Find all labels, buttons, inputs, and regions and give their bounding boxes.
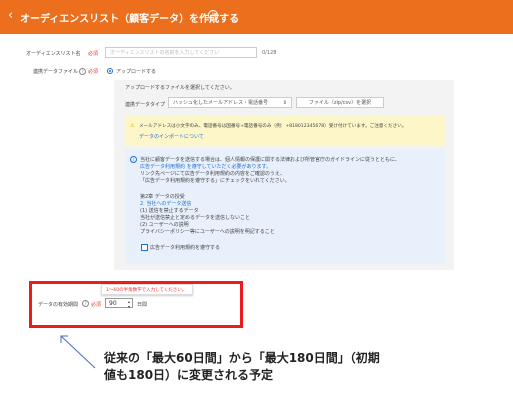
chevron-updown-icon: ⇕	[282, 100, 287, 106]
info-line: (1) 送信を禁止するデータ	[140, 208, 199, 214]
agree-terms-checkbox[interactable]	[141, 244, 148, 251]
import-help-link[interactable]: データのインポートについて	[139, 133, 204, 140]
name-field-label: オーディエンスリスト名	[26, 51, 81, 57]
annotation-arrow-icon	[60, 335, 96, 369]
stepper-arrows-icon[interactable]: ▴ ▾	[128, 299, 130, 309]
name-char-counter: 0/128	[262, 50, 277, 56]
required-badge: 必須	[88, 69, 99, 75]
help-icon[interactable]: ?	[79, 68, 86, 75]
ad-data-terms-link[interactable]: 広告データ利用規約 を遵守していただく必要があります。	[140, 163, 271, 170]
page-header: ‹ オーディエンスリスト（顧客データ）を作成する i	[0, 0, 513, 34]
info-line: (2) ユーザーへの説明	[140, 222, 189, 228]
help-icon[interactable]: ?	[82, 300, 89, 307]
validity-days-value: 90	[109, 300, 117, 307]
page-title: オーディエンスリスト（顧客データ）を作成する	[20, 14, 240, 25]
info-line: 「広告データ利用規約を遵守する」にチェックをいれてください。	[140, 178, 290, 184]
audience-name-input[interactable]: オーディエンスリストの名前を入力してください	[105, 47, 257, 58]
agree-terms-label: 広告データ利用規約を遵守する	[150, 245, 221, 251]
required-badge: 必須	[88, 51, 99, 57]
validity-label: データの有効期間	[38, 302, 79, 308]
data-type-label: 連携データタイプ	[125, 102, 166, 108]
chevron-left-icon[interactable]: ‹	[8, 9, 13, 23]
info-line: 2. 当社へのデータ送信	[140, 201, 192, 207]
warning-box	[125, 116, 445, 146]
required-badge: 必須	[91, 302, 102, 308]
warning-text: メールアドレスは小文字のみ、電話番号は国番号+電話番号のみ（例：+8180123…	[139, 124, 407, 129]
info-line: 第2章 データの授受	[140, 194, 185, 200]
info-icon[interactable]: i	[208, 10, 218, 20]
annotation-note: 従来の「最大60日間」から「最大180日間」（初期 値も180日）に変更される予…	[104, 350, 380, 384]
warning-icon: ⚠	[130, 123, 135, 129]
upload-radio[interactable]	[107, 68, 113, 74]
upload-option-label: アップロードする	[116, 69, 157, 75]
info-line: 当社が送信禁止と定めるデータを送信しないこと	[140, 215, 251, 221]
upload-instruction: アップロードするファイルを選択してください。	[125, 85, 235, 91]
data-type-select[interactable]: ハッシュ化したメールアドレス・電話番号 ⇕	[168, 97, 292, 108]
data-file-label: 連携データファイル	[33, 69, 79, 75]
info-line: リンク先ページにて広告データ利用規約の内容をご確認のうえ、	[140, 171, 285, 177]
info-line: 当社に顧客データを送信する場合は、個人情報の保護に関する法律および所管官庁のガイ…	[140, 157, 400, 163]
data-type-value: ハッシュ化したメールアドレス・電話番号	[173, 100, 269, 106]
info-icon: i	[130, 156, 137, 163]
validity-days-stepper[interactable]: 90 ▴ ▾	[105, 298, 133, 309]
annotation-line: 従来の「最大60日間」から「最大180日間」（初期	[104, 351, 380, 365]
info-line: プライバシーポリシー等にユーザーへの説明を明記すること	[140, 229, 275, 235]
validation-tooltip: 1〜60の半角数字で入力してください。	[101, 284, 193, 295]
file-select-button[interactable]: ファイル（zip/csv）を選択	[296, 97, 384, 108]
validity-unit: 日間	[137, 302, 148, 308]
annotation-line: 値も180日）に変更される予定	[104, 368, 274, 382]
